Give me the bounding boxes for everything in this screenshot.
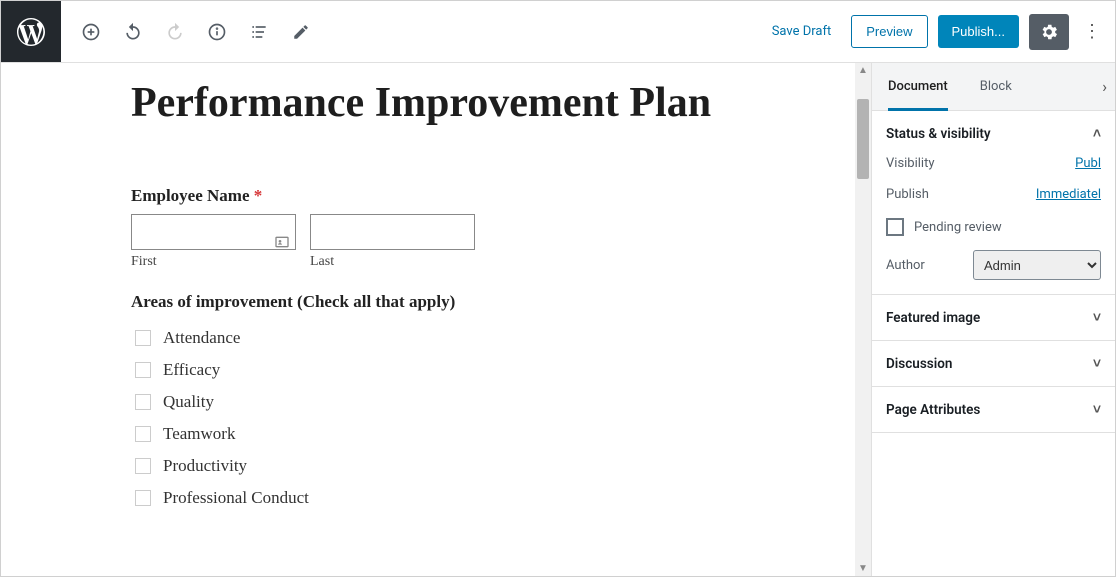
scrollbar-thumb[interactable] <box>857 99 869 179</box>
checkbox-icon[interactable] <box>135 426 151 442</box>
tab-document[interactable]: Document <box>872 63 964 110</box>
chevron-down-icon: ˅ <box>1093 355 1101 372</box>
chevron-down-icon: ˅ <box>1093 309 1101 326</box>
checkbox-icon[interactable] <box>135 330 151 346</box>
checkbox-icon[interactable] <box>135 394 151 410</box>
last-name-input[interactable] <box>310 214 475 250</box>
wordpress-logo[interactable] <box>1 1 61 62</box>
employee-name-label: Employee Name * <box>131 186 855 206</box>
checkbox-professional-conduct[interactable]: Professional Conduct <box>131 482 855 514</box>
checkbox-icon[interactable] <box>135 458 151 474</box>
editor-tools <box>61 1 311 62</box>
panel-featured-image[interactable]: Featured image˅ <box>886 309 1101 326</box>
checkbox-attendance[interactable]: Attendance <box>131 322 855 354</box>
last-sublabel: Last <box>310 254 475 270</box>
chevron-down-icon: ˅ <box>1093 401 1101 418</box>
undo-icon[interactable] <box>123 22 143 42</box>
publish-link[interactable]: Immediatel <box>1036 187 1101 202</box>
edit-icon[interactable] <box>291 22 311 42</box>
first-name-input[interactable] <box>131 214 296 250</box>
publish-button[interactable]: Publish... <box>938 15 1019 48</box>
tab-block[interactable]: Block <box>964 63 1028 110</box>
areas-label: Areas of improvement (Check all that app… <box>131 292 855 312</box>
visibility-link[interactable]: Publ <box>1075 156 1101 171</box>
outline-icon[interactable] <box>249 22 269 42</box>
scroll-up-icon[interactable]: ▲ <box>858 65 868 76</box>
contact-card-icon <box>274 234 290 250</box>
checkbox-teamwork[interactable]: Teamwork <box>131 418 855 450</box>
first-sublabel: First <box>131 254 296 270</box>
top-toolbar: Save Draft Preview Publish... ⋮ <box>1 1 1115 63</box>
pending-review-checkbox[interactable] <box>886 218 904 236</box>
panel-discussion[interactable]: Discussion˅ <box>886 355 1101 372</box>
preview-button[interactable]: Preview <box>851 15 927 48</box>
panel-status-visibility[interactable]: Status & visibility˄ <box>886 125 1101 142</box>
chevron-up-icon: ˄ <box>1093 125 1101 142</box>
page-title[interactable]: Performance Improvement Plan <box>131 78 855 128</box>
settings-gear-button[interactable] <box>1029 14 1069 50</box>
checkbox-productivity[interactable]: Productivity <box>131 450 855 482</box>
checkbox-icon[interactable] <box>135 490 151 506</box>
info-icon[interactable] <box>207 22 227 42</box>
checkbox-efficacy[interactable]: Efficacy <box>131 354 855 386</box>
pending-review-label: Pending review <box>914 220 1002 235</box>
checkbox-quality[interactable]: Quality <box>131 386 855 418</box>
author-select[interactable]: Admin <box>973 250 1101 280</box>
scroll-down-icon[interactable]: ▼ <box>858 563 868 574</box>
panel-page-attributes[interactable]: Page Attributes˅ <box>886 401 1101 418</box>
redo-icon[interactable] <box>165 22 185 42</box>
checkbox-icon[interactable] <box>135 362 151 378</box>
add-block-icon[interactable] <box>81 22 101 42</box>
save-draft-button[interactable]: Save Draft <box>762 18 842 45</box>
publish-tools: Save Draft Preview Publish... ⋮ <box>762 1 1115 62</box>
visibility-label: Visibility <box>886 156 935 171</box>
scrollbar[interactable]: ▲ ▼ <box>855 63 871 576</box>
close-sidebar-icon[interactable]: › <box>1094 63 1115 110</box>
publish-label: Publish <box>886 187 929 202</box>
editor-canvas[interactable]: Performance Improvement Plan Employee Na… <box>1 63 855 576</box>
author-label: Author <box>886 258 925 273</box>
settings-sidebar: Document Block › Status & visibility˄ Vi… <box>871 63 1115 576</box>
more-options-icon[interactable]: ⋮ <box>1079 21 1105 42</box>
